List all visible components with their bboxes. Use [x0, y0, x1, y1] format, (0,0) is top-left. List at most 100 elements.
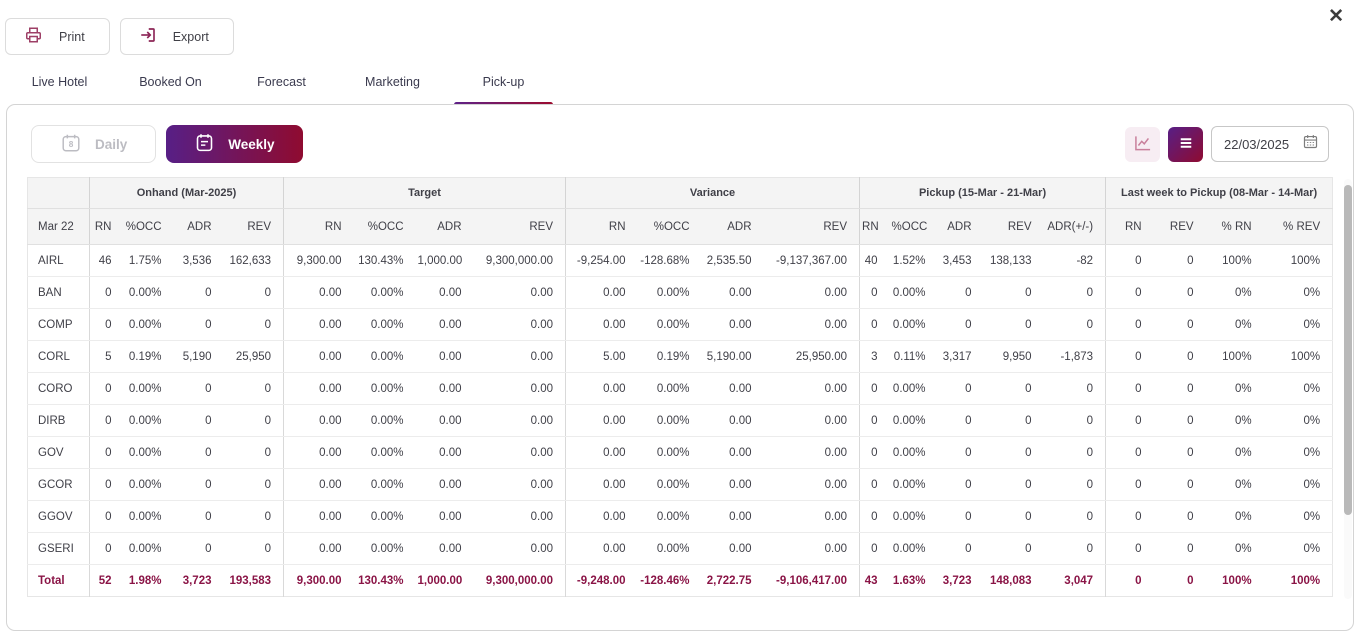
print-button[interactable]: Print [5, 18, 110, 55]
table-cell: 130.43% [354, 565, 416, 597]
table-cell: 0% [1206, 405, 1264, 437]
table-cell: 0 [1154, 309, 1206, 341]
table-cell: 0 [174, 533, 224, 565]
table-cell: 0 [1106, 469, 1154, 501]
table-cell: 100% [1206, 341, 1264, 373]
table-cell: 0 [984, 437, 1044, 469]
table-cell: 148,083 [984, 565, 1044, 597]
table-cell: 0 [1044, 373, 1106, 405]
column-header: REV [474, 209, 566, 245]
table-cell: 0 [938, 373, 984, 405]
table-cell: 0.00 [764, 405, 860, 437]
table-cell: 0 [90, 501, 124, 533]
table-cell: 0.00 [474, 533, 566, 565]
weekly-toggle-button[interactable]: Weekly [166, 125, 302, 163]
column-header: REV [1154, 209, 1206, 245]
table-cell: 0.00 [284, 277, 354, 309]
table-cell: -1,873 [1044, 341, 1106, 373]
table-cell: 0.00% [638, 309, 702, 341]
table-cell: 0.00% [638, 277, 702, 309]
tab-marketing[interactable]: Marketing [337, 75, 448, 104]
table-cell: 0 [938, 533, 984, 565]
table-cell: 0.00% [638, 501, 702, 533]
table-cell: -9,248.00 [566, 565, 638, 597]
table-cell: 0 [1106, 501, 1154, 533]
daily-calendar-icon: 8 [60, 132, 82, 157]
vertical-scrollbar-thumb[interactable] [1344, 185, 1352, 515]
table-cell: 52 [90, 565, 124, 597]
table-cell: 0 [984, 405, 1044, 437]
table-cell: 0 [224, 405, 284, 437]
table-cell: 0 [1154, 501, 1206, 533]
table-cell: 0.00 [416, 309, 474, 341]
table-cell: 138,133 [984, 245, 1044, 277]
table-cell: 0 [1044, 437, 1106, 469]
tab-booked-on[interactable]: Booked On [115, 75, 226, 104]
pickup-table: Onhand (Mar-2025)TargetVariancePickup (1… [27, 177, 1333, 597]
table-cell: 0 [860, 277, 890, 309]
table-cell: 0.00 [474, 341, 566, 373]
export-icon [139, 26, 157, 47]
table-cell: 0 [1154, 533, 1206, 565]
table-cell: 5,190.00 [702, 341, 764, 373]
table-cell: 0 [174, 373, 224, 405]
close-icon[interactable]: ✕ [1322, 6, 1350, 27]
right-controls [1125, 126, 1329, 162]
chart-view-button[interactable] [1125, 127, 1160, 162]
table-cell: 0 [938, 437, 984, 469]
table-cell: 0.00 [702, 469, 764, 501]
table-cell: 0.00% [890, 277, 938, 309]
tab-pickup[interactable]: Pick-up [448, 75, 559, 104]
panel-toolbar: 8 Daily Weekly [7, 105, 1353, 177]
table-cell: 0.00 [764, 469, 860, 501]
daily-toggle-button[interactable]: 8 Daily [31, 125, 156, 163]
table-cell: 0 [224, 309, 284, 341]
column-header: REV [984, 209, 1044, 245]
print-button-label: Print [59, 30, 85, 44]
table-cell: 0% [1206, 437, 1264, 469]
table-cell: 0% [1264, 469, 1333, 501]
table-cell: 9,300.00 [284, 245, 354, 277]
calendar-icon[interactable] [1302, 133, 1319, 155]
tab-bar: Live Hotel Booked On Forecast Marketing … [0, 75, 1360, 104]
table-cell: 0.00 [566, 309, 638, 341]
column-header: REV [764, 209, 860, 245]
table-cell: 0 [90, 373, 124, 405]
table-cell: 0 [938, 469, 984, 501]
row-label: DIRB [28, 405, 90, 437]
table-cell: 43 [860, 565, 890, 597]
table-cell: 0 [860, 437, 890, 469]
table-cell: 0.00 [566, 373, 638, 405]
table-view-button[interactable] [1168, 127, 1203, 162]
table-cell: 0 [938, 277, 984, 309]
tab-live-hotel[interactable]: Live Hotel [4, 75, 115, 104]
table-cell: 0.00 [474, 469, 566, 501]
table-cell: 0.00 [474, 501, 566, 533]
column-header: RN [284, 209, 354, 245]
table-cell: 0.00 [764, 309, 860, 341]
table-cell: 0 [860, 309, 890, 341]
table-cell: 9,950 [984, 341, 1044, 373]
table-cell: 0 [984, 501, 1044, 533]
table-cell: 0 [90, 533, 124, 565]
table-cell: 0.00 [702, 405, 764, 437]
table-cell: 3,723 [174, 565, 224, 597]
row-label: GOV [28, 437, 90, 469]
table-cell: 0.00 [566, 437, 638, 469]
table-cell: 0 [1044, 533, 1106, 565]
column-header: %OCC [638, 209, 702, 245]
tab-forecast[interactable]: Forecast [226, 75, 337, 104]
table-cell: 0.00 [702, 309, 764, 341]
column-header: RN [566, 209, 638, 245]
table-cell: 100% [1264, 565, 1333, 597]
date-field[interactable] [1211, 126, 1329, 162]
table-row: AIRL461.75%3,536162,6339,300.00130.43%1,… [28, 245, 1333, 277]
export-button[interactable]: Export [120, 18, 234, 55]
date-row-header: Mar 22 [28, 209, 90, 245]
table-cell: 0% [1206, 469, 1264, 501]
table-cell: 0.00% [638, 533, 702, 565]
date-input[interactable] [1224, 137, 1300, 152]
table-cell: 0.00% [354, 533, 416, 565]
table-cell: 0.00 [764, 501, 860, 533]
table-cell: 2,535.50 [702, 245, 764, 277]
